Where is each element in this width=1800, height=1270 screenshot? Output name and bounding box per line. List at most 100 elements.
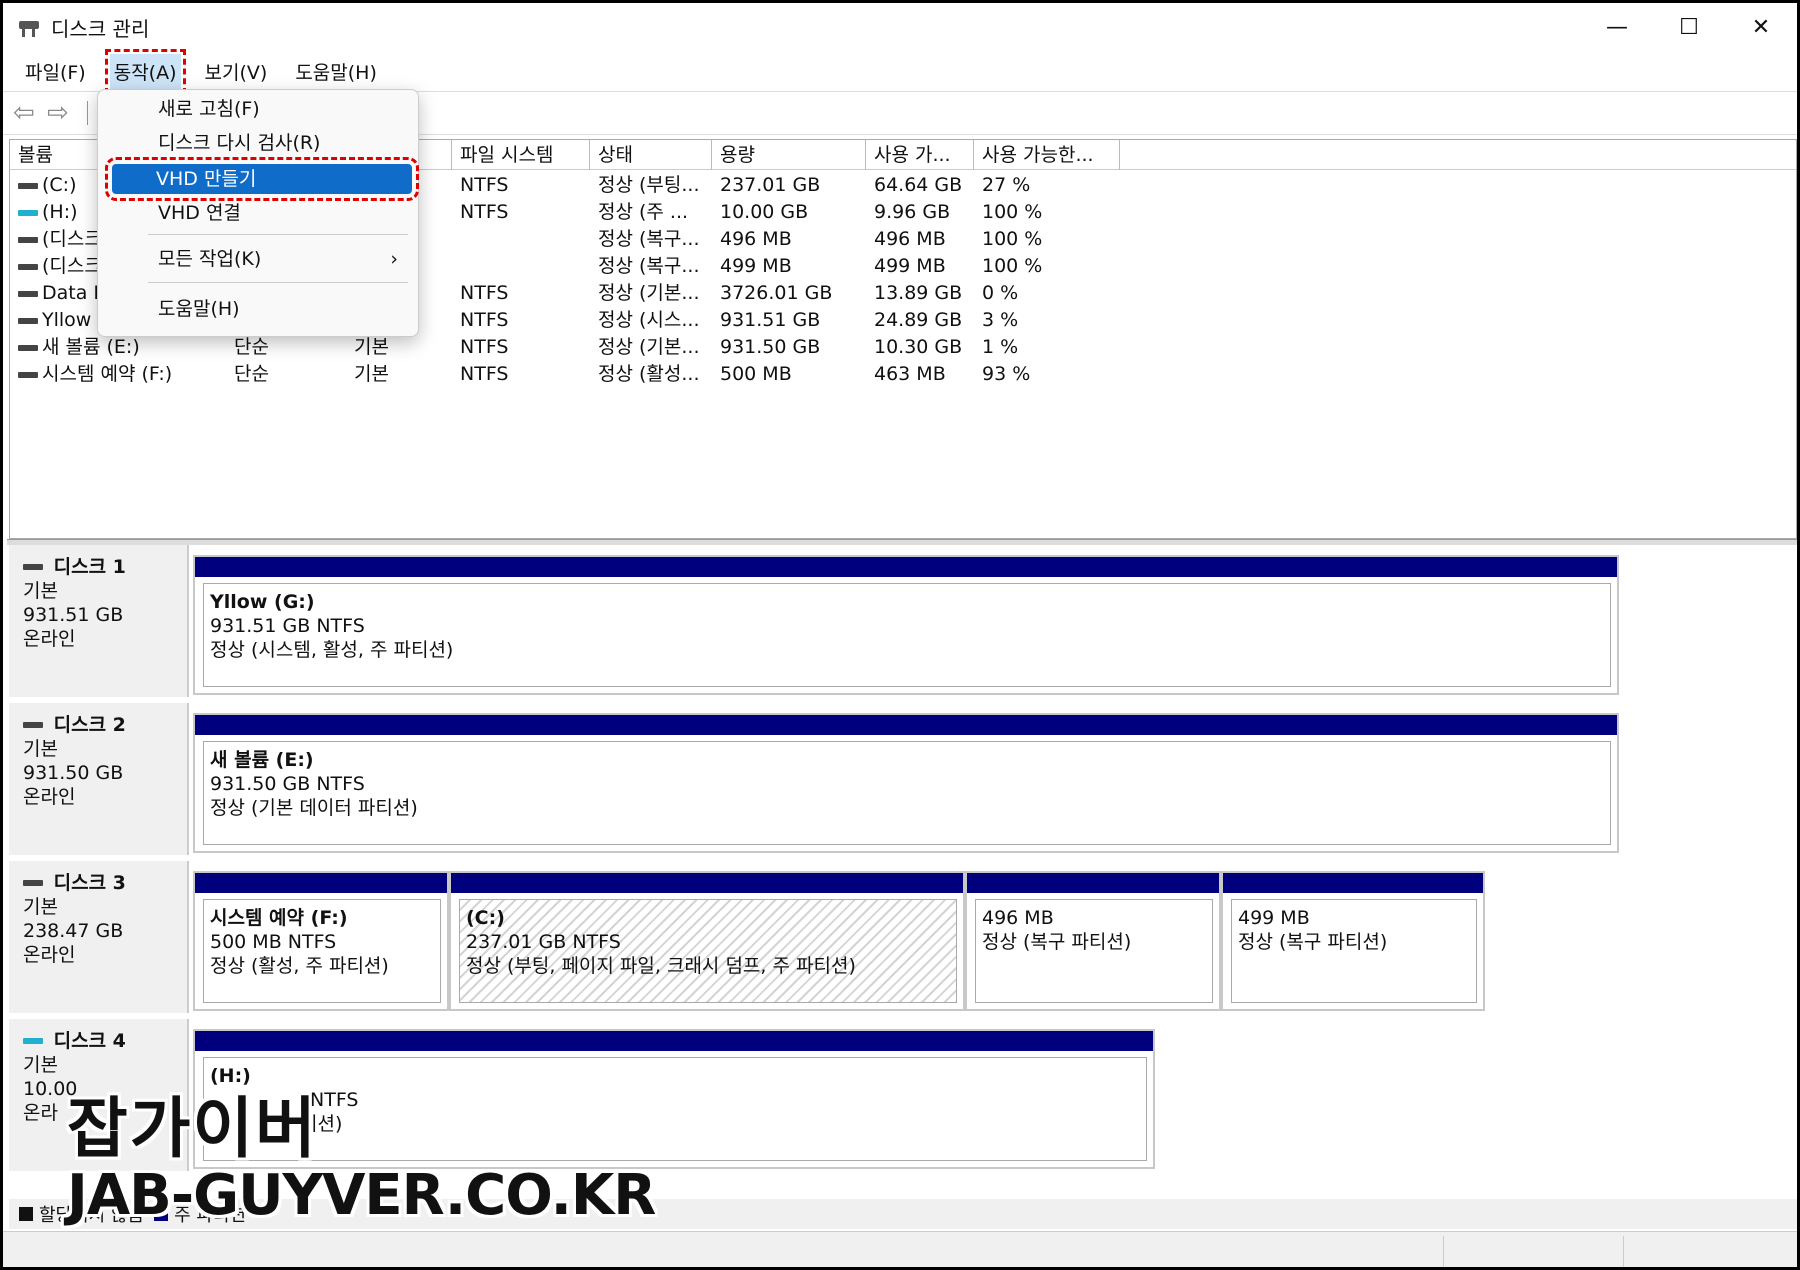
- volume-free: 496 MB: [874, 228, 946, 250]
- menu-action[interactable]: 동작(A): [104, 48, 186, 94]
- partition[interactable]: 496 MB 정상 (복구 파티션): [965, 871, 1221, 1011]
- partition[interactable]: 499 MB 정상 (복구 파티션): [1221, 871, 1485, 1011]
- volume-name: (디스크: [42, 228, 102, 250]
- disk-icon: [23, 564, 43, 570]
- drive-icon: [18, 182, 38, 189]
- partition[interactable]: 새 볼륨 (E:) 931.50 GB NTFS 정상 (기본 데이터 파티션): [193, 713, 1619, 853]
- status-segment: [1443, 1236, 1444, 1267]
- disk-info[interactable]: 디스크 3 기본 238.47 GB 온라인: [9, 861, 189, 1013]
- column-filesystem[interactable]: 파일 시스템: [452, 140, 590, 170]
- volume-fs: NTFS: [460, 201, 509, 223]
- partition[interactable]: (H:) NTFS 티션): [193, 1029, 1155, 1169]
- disk-state: 온라인: [23, 786, 76, 808]
- disk-state: 온라인: [23, 944, 76, 966]
- window-title: 디스크 관리: [51, 16, 150, 41]
- disk-type: 기본: [23, 580, 58, 602]
- toolbar-separator: [87, 101, 88, 125]
- disk-management-window: 디스크 관리 — ☐ ✕ 파일(F) 동작(A) 보기(V) 도움말(H) ⇦ …: [0, 0, 1800, 1270]
- volume-percent: 0 %: [982, 282, 1019, 304]
- volume-free: 13.89 GB: [874, 282, 963, 304]
- menu-rescan-disks[interactable]: 디스크 다시 검사(R): [104, 128, 412, 158]
- title-bar: 디스크 관리 — ☐ ✕: [3, 3, 1797, 51]
- partition[interactable]: (C:) 237.01 GB NTFS 정상 (부팅, 페이지 파일, 크래시 …: [449, 871, 965, 1011]
- partition-status: 정상 (기본 데이터 파티션): [210, 797, 418, 819]
- partition-status: 티션): [300, 1113, 343, 1135]
- volume-name: Data E: [42, 282, 106, 304]
- volume-status: 정상 (복구...: [598, 255, 700, 277]
- disk-type: 기본: [23, 738, 58, 760]
- chevron-right-icon: ›: [390, 248, 398, 270]
- volume-row[interactable]: 새 볼륨 (E:) 단순 기본 NTFS 정상 (기본... 931.50 GB…: [10, 334, 1796, 361]
- volume-row[interactable]: 시스템 예약 (F:) 단순 기본 NTFS 정상 (활성... 500 MB …: [10, 361, 1796, 388]
- disk-name: 디스크 4: [53, 1030, 126, 1052]
- maximize-button[interactable]: ☐: [1653, 3, 1725, 51]
- disk-row: 디스크 3 기본 238.47 GB 온라인 시스템 예약 (F:) 500 M…: [9, 861, 1797, 1017]
- menu-help-item[interactable]: 도움말(H): [104, 294, 412, 324]
- volume-free: 463 MB: [874, 363, 946, 385]
- minimize-button[interactable]: —: [1581, 3, 1653, 51]
- disk-info[interactable]: 디스크 1 기본 931.51 GB 온라인: [9, 545, 189, 697]
- disk-icon: [23, 880, 43, 886]
- drive-icon: [18, 290, 38, 297]
- partition-label: Yllow (G:): [210, 591, 315, 613]
- disk-row: 디스크 2 기본 931.50 GB 온라인 새 볼륨 (E:) 931.50 …: [9, 703, 1797, 859]
- volume-layout: 단순: [234, 363, 269, 385]
- partition-detail: 499 MB: [1238, 907, 1310, 929]
- partition[interactable]: 시스템 예약 (F:) 500 MB NTFS 정상 (활성, 주 파티션): [193, 871, 449, 1011]
- volume-percent: 27 %: [982, 174, 1031, 196]
- menu-view[interactable]: 보기(V): [201, 54, 272, 89]
- close-button[interactable]: ✕: [1725, 3, 1797, 51]
- menu-create-vhd[interactable]: VHD 만들기: [105, 157, 419, 201]
- menu-file[interactable]: 파일(F): [21, 54, 90, 89]
- menu-refresh[interactable]: 새로 고침(F): [104, 94, 412, 124]
- partition-status: 정상 (부팅, 페이지 파일, 크래시 덤프, 주 파티션): [466, 955, 856, 977]
- column-percent-free[interactable]: 사용 가능한...: [974, 140, 1120, 170]
- drive-icon: [18, 236, 38, 243]
- column-status[interactable]: 상태: [590, 140, 712, 170]
- disk-info[interactable]: 디스크 2 기본 931.50 GB 온라인: [9, 703, 189, 855]
- volume-capacity: 500 MB: [720, 363, 792, 385]
- volume-percent: 93 %: [982, 363, 1031, 385]
- volume-fs: NTFS: [460, 363, 509, 385]
- partition-detail: 496 MB: [982, 907, 1054, 929]
- menu-bar: 파일(F) 동작(A) 보기(V) 도움말(H): [3, 48, 1797, 94]
- window-controls: — ☐ ✕: [1581, 3, 1797, 51]
- partition-label: (C:): [466, 907, 505, 929]
- volume-status: 정상 (주 ...: [598, 201, 689, 223]
- forward-arrow-icon[interactable]: ⇨: [47, 100, 77, 126]
- partition-status: 정상 (시스템, 활성, 주 파티션): [210, 639, 454, 661]
- partition-detail: 237.01 GB NTFS: [466, 931, 621, 953]
- volume-fs: NTFS: [460, 174, 509, 196]
- status-bar: [3, 1231, 1797, 1267]
- disk-type: 기본: [23, 1054, 58, 1076]
- partition-status: 정상 (복구 파티션): [1238, 931, 1388, 953]
- partition-bar: [195, 873, 447, 893]
- volume-type: 기본: [354, 363, 389, 385]
- volume-status: 정상 (기본...: [598, 336, 700, 358]
- drive-icon: [18, 317, 38, 324]
- partition[interactable]: Yllow (G:) 931.51 GB NTFS 정상 (시스템, 활성, 주…: [193, 555, 1619, 695]
- menu-all-tasks[interactable]: 모든 작업(K) ›: [104, 244, 412, 274]
- volume-status: 정상 (부팅...: [598, 174, 700, 196]
- watermark-korean: 잡가이버: [67, 1090, 318, 1167]
- unallocated-swatch: [19, 1207, 33, 1221]
- column-free-space[interactable]: 사용 가...: [866, 140, 974, 170]
- volume-name: (C:): [42, 174, 77, 196]
- menu-help[interactable]: 도움말(H): [291, 54, 381, 89]
- volume-percent: 100 %: [982, 228, 1043, 250]
- volume-capacity: 10.00 GB: [720, 201, 809, 223]
- disk-row: 디스크 1 기본 931.51 GB 온라인 Yllow (G:) 931.51…: [9, 545, 1797, 701]
- back-arrow-icon[interactable]: ⇦: [13, 100, 43, 126]
- disk-type: 기본: [23, 896, 58, 918]
- volume-status: 정상 (시스...: [598, 309, 700, 331]
- disk-management-icon: [19, 17, 41, 37]
- partition-label: (H:): [210, 1065, 251, 1087]
- column-capacity[interactable]: 용량: [712, 140, 866, 170]
- volume-free: 64.64 GB: [874, 174, 963, 196]
- disk-name: 디스크 2: [53, 714, 126, 736]
- disk-name: 디스크 1: [53, 556, 126, 578]
- menu-attach-vhd[interactable]: VHD 연결: [104, 198, 412, 228]
- volume-status: 정상 (기본...: [598, 282, 700, 304]
- volume-type: 기본: [354, 336, 389, 358]
- usb-disk-icon: [23, 1038, 43, 1044]
